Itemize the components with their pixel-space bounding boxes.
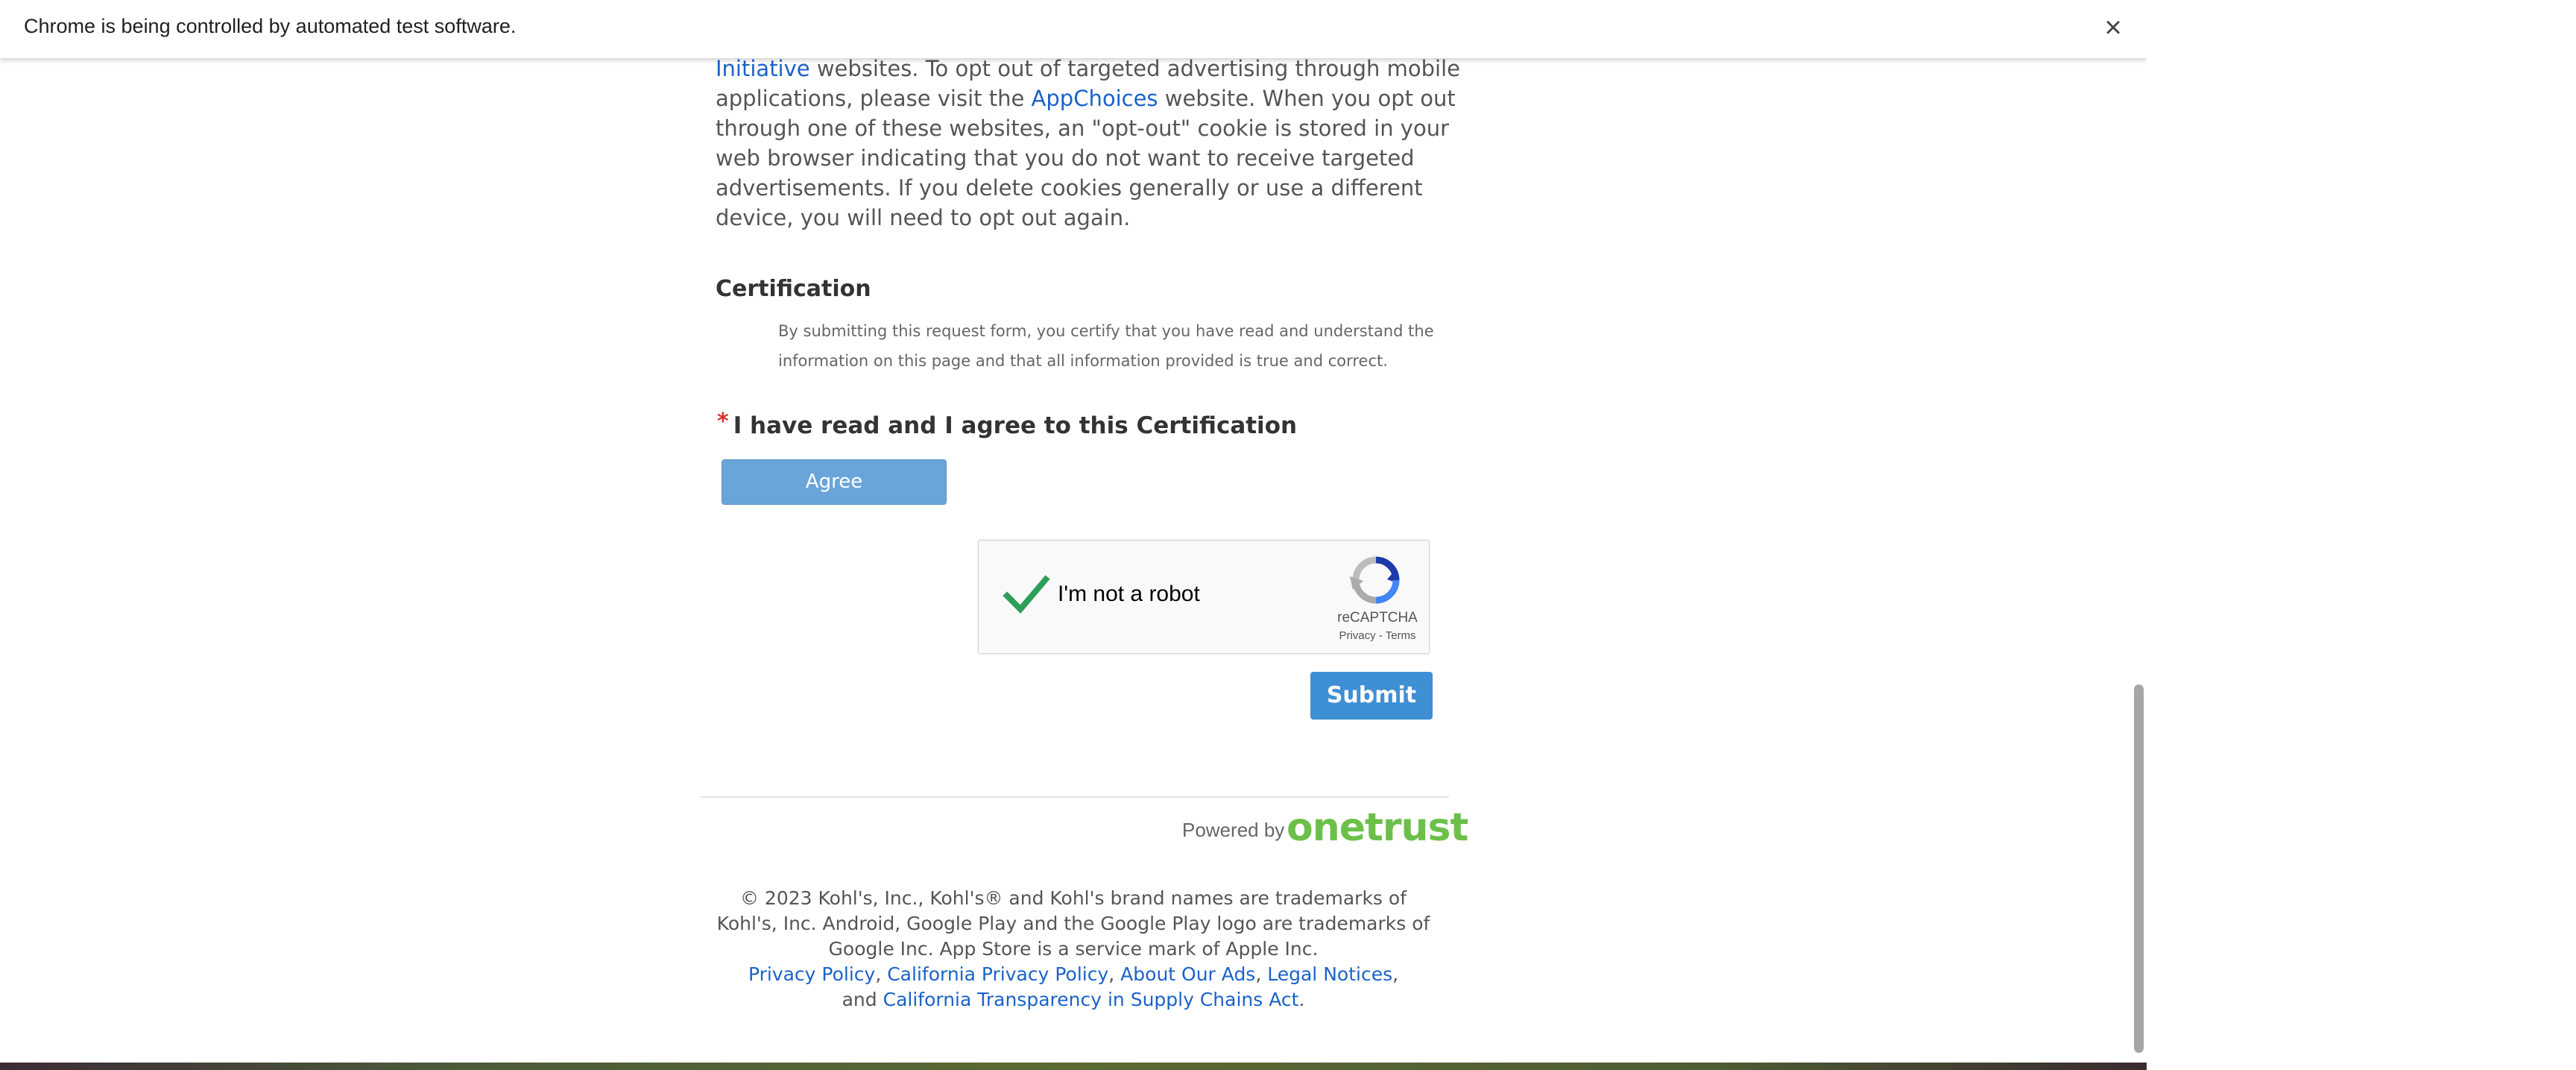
- desktop-background: [0, 1063, 2147, 1070]
- footer-end: .: [1298, 989, 1305, 1010]
- recaptcha-terms-link[interactable]: Terms: [1386, 629, 1416, 642]
- required-marker: *: [717, 409, 729, 435]
- privacy-paragraph: Initiative websites. To opt out of targe…: [716, 54, 1461, 233]
- checkmark-icon[interactable]: [1003, 570, 1050, 618]
- infobar-message: Chrome is being controlled by automated …: [24, 15, 517, 37]
- footer-sep: ,: [1255, 963, 1268, 985]
- submit-button[interactable]: Submit: [1310, 672, 1433, 720]
- recaptcha-brand: reCAPTCHA: [1337, 610, 1418, 626]
- privacy-policy-link[interactable]: Privacy Policy: [748, 963, 875, 985]
- powered-by-text: Powered by: [1182, 819, 1285, 841]
- browser-window: Initiative websites. To opt out of targe…: [0, 0, 2147, 1065]
- footer-divider: [701, 796, 1449, 798]
- recaptcha-privacy-link[interactable]: Privacy: [1339, 629, 1375, 642]
- certification-description: By submitting this request form, you cer…: [778, 322, 1434, 370]
- powered-by-onetrust[interactable]: Powered by onetrust: [1182, 805, 1468, 853]
- certification-heading: Certification: [716, 276, 871, 302]
- scrollbar-thumb[interactable]: [2134, 685, 2144, 1053]
- agree-certification-label: * I have read and I agree to this Certifi…: [717, 409, 1298, 439]
- about-our-ads-link[interactable]: About Our Ads: [1120, 963, 1255, 985]
- close-icon[interactable]: ×: [2094, 9, 2132, 46]
- recaptcha-label: I'm not a robot: [1058, 582, 1200, 606]
- recaptcha-widget: I'm not a robot reCAPTCHA Privacy - Term…: [978, 540, 1430, 654]
- recaptcha-separator: -: [1375, 629, 1386, 642]
- recaptcha-logo-icon: [1350, 556, 1400, 604]
- recaptcha-links: Privacy - Terms: [1322, 629, 1433, 642]
- onetrust-logo: onetrust: [1287, 805, 1468, 850]
- copyright-text: © 2023 Kohl's, Inc., Kohl's® and Kohl's …: [716, 887, 1430, 960]
- page-content: Initiative websites. To opt out of targe…: [0, 0, 2132, 1065]
- outside-window-area: [2147, 0, 2576, 1070]
- california-privacy-policy-link[interactable]: California Privacy Policy: [887, 963, 1108, 985]
- legal-notices-link[interactable]: Legal Notices: [1267, 963, 1392, 985]
- footer-sep: ,: [875, 963, 888, 985]
- agree-button[interactable]: Agree: [722, 459, 947, 505]
- footer: © 2023 Kohl's, Inc., Kohl's® and Kohl's …: [716, 886, 1431, 1013]
- automation-infobar: Chrome is being controlled by automated …: [0, 0, 2147, 58]
- footer-sep: ,: [1392, 963, 1399, 985]
- appchoices-link[interactable]: AppChoices: [1032, 86, 1158, 111]
- initiative-link[interactable]: Initiative: [716, 56, 810, 81]
- footer-links: Privacy Policy, California Privacy Polic…: [716, 962, 1431, 987]
- california-transparency-link[interactable]: California Transparency in Supply Chains…: [883, 989, 1299, 1010]
- agree-label-text: I have read and I agree to this Certific…: [733, 412, 1298, 439]
- footer-and-text: and: [842, 989, 877, 1010]
- footer-sep: ,: [1108, 963, 1121, 985]
- footer-links-line-2: and California Transparency in Supply Ch…: [716, 987, 1431, 1013]
